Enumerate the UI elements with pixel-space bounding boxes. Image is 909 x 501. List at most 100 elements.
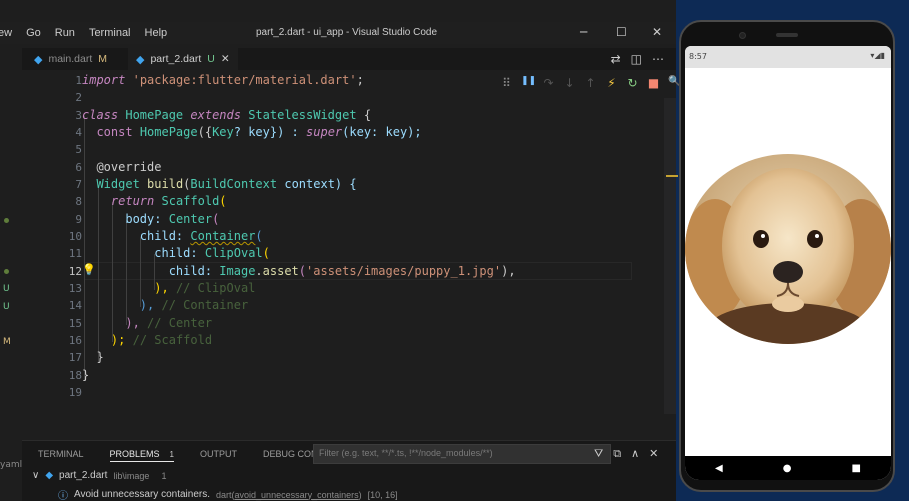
back-icon[interactable]: ◀ xyxy=(715,463,723,474)
token: asset xyxy=(262,264,299,278)
token: Widget xyxy=(96,177,140,191)
menu-help[interactable]: Help xyxy=(145,27,168,39)
maximize-panel-icon[interactable]: ∧ xyxy=(631,447,639,461)
problem-message: Avoid unnecessary containers. xyxy=(74,489,211,500)
tab-problems[interactable]: PROBLEMS 1 xyxy=(109,449,174,462)
token: @override xyxy=(96,160,162,174)
more-actions-icon[interactable]: ⋯ xyxy=(652,52,664,66)
token: // Center xyxy=(147,316,213,330)
code-line-15: ), // Center xyxy=(82,316,212,330)
menu-view[interactable]: ew xyxy=(0,27,12,39)
token: { xyxy=(363,108,372,122)
token: ? key}) : xyxy=(233,125,299,139)
token: Container xyxy=(190,229,256,243)
filter-icon[interactable]: ⛛ xyxy=(594,447,603,461)
token: import xyxy=(82,73,126,87)
split-editor-icon[interactable]: ◫ xyxy=(631,52,642,66)
phone-screen[interactable]: 8:57 ▾◢▮ ◀ ● ■ xyxy=(685,46,891,480)
code-line-13: ), // ClipOval xyxy=(82,281,255,295)
line-number-current: 12 xyxy=(68,265,82,278)
chevron-down-icon[interactable]: ∨ xyxy=(32,470,39,481)
code-line-9: body: Center( xyxy=(82,212,219,226)
token: ( xyxy=(219,194,227,208)
collapse-all-icon[interactable]: ⧉ xyxy=(613,447,621,461)
line-number: 13 xyxy=(68,282,82,295)
menu-terminal[interactable]: Terminal xyxy=(89,27,131,39)
token: // Container xyxy=(161,298,249,312)
problem-item[interactable]: ⓘ Avoid unnecessary containers. dart(avo… xyxy=(58,487,398,501)
problem-source: dart(avoid_unnecessary_containers) xyxy=(216,490,362,500)
token: } xyxy=(82,368,90,382)
tab-main-dart[interactable]: ◆ main.dart M xyxy=(26,48,115,70)
recents-icon[interactable]: ■ xyxy=(852,463,861,474)
menu-run[interactable]: Run xyxy=(55,27,75,39)
token: context) { xyxy=(284,177,357,191)
gutter-strip: U U M xyxy=(0,46,22,501)
token: class xyxy=(82,108,119,122)
restart-icon[interactable]: ↻ xyxy=(626,76,639,90)
tab-label: main.dart xyxy=(48,53,93,65)
line-number: 3 xyxy=(75,109,82,122)
compare-icon[interactable]: ⇄ xyxy=(611,52,621,66)
token: body: xyxy=(125,212,162,226)
bottom-panel: TERMINAL PROBLEMS 1 OUTPUT DEBUG CONSOLE … xyxy=(22,440,676,501)
tab-git-status: M xyxy=(98,53,107,65)
token: Key xyxy=(212,125,234,139)
token: ( xyxy=(212,212,220,226)
step-into-icon[interactable]: ↓ xyxy=(563,76,576,90)
code-line-10: child: Container( xyxy=(82,229,263,243)
token: ( xyxy=(262,246,270,260)
tab-output[interactable]: OUTPUT xyxy=(200,449,237,462)
tab-close-icon[interactable]: ✕ xyxy=(221,53,230,65)
debug-toolbar: ⠿ ❚❚ ↷ ↓ ↑ ⚡ ↻ ■ 🔍 xyxy=(500,76,681,90)
problem-position: [10, 16] xyxy=(367,489,398,500)
token: ), xyxy=(125,316,140,330)
editor-tabs: ◆ main.dart M ◆ part_2.dart U ✕ ⇄ ◫ ⋯ xyxy=(22,48,676,70)
token: ), xyxy=(501,264,516,278)
code-editor[interactable]: 💡 1 2 3 4 5 6 7 8 9 10 11 12 13 14 15 16… xyxy=(22,70,678,440)
menu-go[interactable]: Go xyxy=(26,27,41,39)
token: ); xyxy=(110,333,126,347)
step-out-icon[interactable]: ↑ xyxy=(584,76,597,90)
problem-file-row[interactable]: ∨ ◆ part_2.dart lib\image 1 xyxy=(32,470,166,481)
maximize-button[interactable]: ☐ xyxy=(616,25,627,39)
side-label-yaml: yaml xyxy=(0,460,23,470)
line-number: 18 xyxy=(68,369,82,382)
drag-handle-icon[interactable]: ⠿ xyxy=(500,76,513,90)
vertical-scrollbar[interactable] xyxy=(664,98,676,414)
tab-label: part_2.dart xyxy=(150,53,202,65)
close-panel-icon[interactable]: ✕ xyxy=(649,447,658,461)
token: } xyxy=(96,350,104,364)
stop-icon[interactable]: ■ xyxy=(647,76,660,90)
step-over-icon[interactable]: ↷ xyxy=(542,76,555,90)
puppy-image xyxy=(685,154,891,344)
problems-filter-input[interactable]: Filter (e.g. text, **/*.ts, !**/node_mod… xyxy=(313,444,611,464)
title-bar: ew Go Run Terminal Help part_2.dart - ui… xyxy=(0,22,676,44)
close-window-button[interactable]: ✕ xyxy=(652,25,662,39)
problem-rule-link[interactable]: avoid_unnecessary_containers xyxy=(235,490,359,500)
camera-icon xyxy=(739,32,746,39)
puppy-picture xyxy=(685,154,891,344)
token: build xyxy=(147,177,184,191)
hot-reload-icon[interactable]: ⚡ xyxy=(605,76,618,90)
token: ClipOval xyxy=(204,246,263,260)
token: HomePage xyxy=(125,108,184,122)
token: ( xyxy=(298,264,307,278)
home-icon[interactable]: ● xyxy=(783,463,792,474)
line-number: 9 xyxy=(75,213,82,226)
tab-part2-dart[interactable]: ◆ part_2.dart U ✕ xyxy=(128,48,238,70)
problem-file-name: part_2.dart xyxy=(59,470,108,481)
token: ), xyxy=(139,298,155,312)
token: ( xyxy=(255,229,263,243)
scrollbar-marker xyxy=(666,175,678,177)
minimize-button[interactable]: ─ xyxy=(580,25,587,39)
token: extends xyxy=(190,108,241,122)
git-mark: M xyxy=(3,337,11,347)
pause-icon[interactable]: ❚❚ xyxy=(521,76,536,90)
token: 'assets/images/puppy_1.jpg' xyxy=(306,264,502,278)
code-line-3: class HomePage extends StatelessWidget { xyxy=(82,108,371,122)
dart-file-icon: ◆ xyxy=(34,53,43,66)
change-dot-icon xyxy=(4,269,9,274)
token: child: xyxy=(154,246,198,260)
tab-terminal[interactable]: TERMINAL xyxy=(38,449,84,462)
